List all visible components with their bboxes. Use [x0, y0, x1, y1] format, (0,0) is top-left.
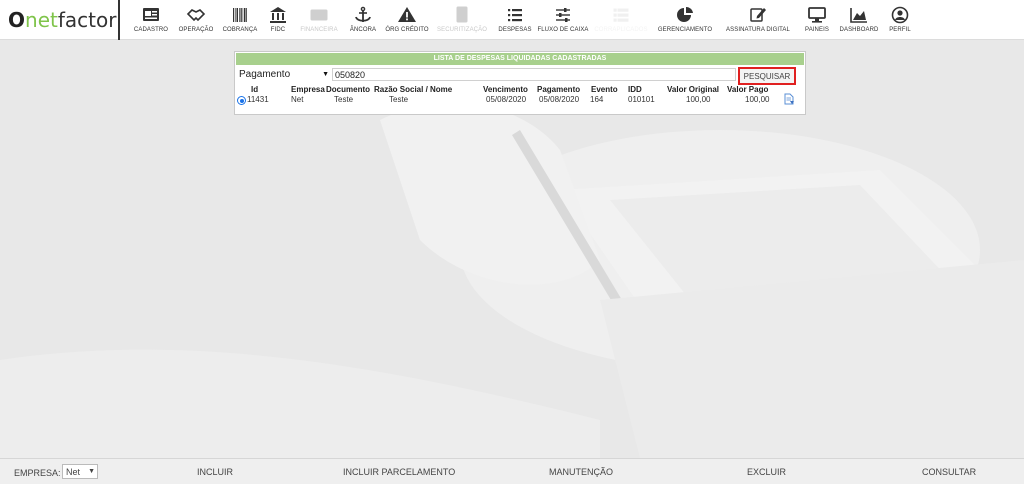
nav-label: DASHBOARD: [839, 26, 879, 33]
money-icon: [310, 9, 328, 20]
handshake-icon: [186, 8, 206, 21]
col-pagamento[interactable]: Pagamento: [537, 85, 580, 94]
document-icon: [456, 6, 468, 22]
nav-label: CORRAPLICADOS: [594, 26, 648, 33]
col-idd[interactable]: IDD: [628, 85, 642, 94]
nav-label: OPERAÇÃO: [178, 26, 214, 33]
cell-empresa: Net: [291, 95, 304, 104]
filter-field-value: Pagamento: [239, 69, 291, 80]
filter-field-select[interactable]: Pagamento ▼: [237, 68, 331, 81]
cell-documento: Teste: [334, 95, 354, 104]
incluir-parcelamento-button[interactable]: INCLUIR PARCELAMENTO: [343, 467, 455, 477]
col-valor-original[interactable]: Valor Original: [667, 85, 719, 94]
sliders-icon: [556, 7, 570, 22]
logo-o: O: [8, 7, 26, 32]
nav-perfil[interactable]: PERFIL: [884, 0, 916, 40]
despesas-liquidadas-panel: LISTA DE DESPESAS LIQUIDADAS CADASTRADAS…: [234, 51, 806, 115]
list-icon: [613, 8, 629, 22]
empresa-label: EMPRESA:: [14, 468, 61, 478]
cell-valor-original: 100,00: [686, 95, 711, 104]
nav-label: FIDC: [270, 26, 286, 33]
nav-label: PAINEIS: [805, 26, 829, 33]
nav-operacao[interactable]: OPERAÇÃO: [174, 0, 218, 40]
cell-vencimento: 05/08/2020: [486, 95, 527, 104]
bank-icon: [270, 6, 286, 23]
edit-icon: [750, 7, 766, 22]
consultar-button[interactable]: CONSULTAR: [922, 467, 976, 477]
nav-label: ÂNCORA: [349, 26, 377, 33]
netfactor-logo[interactable]: O net factor: [0, 0, 120, 40]
user-icon: [891, 6, 909, 23]
nav-ancora[interactable]: ÂNCORA: [344, 0, 382, 40]
cell-evento: 164: [590, 95, 604, 104]
top-nav-bar: O net factor CADASTRO OPERAÇÃO COBRANÇA …: [0, 0, 1024, 40]
col-empresa[interactable]: Empresa: [291, 85, 325, 94]
col-documento[interactable]: Documento: [326, 85, 370, 94]
area-chart-icon: [850, 7, 867, 23]
nav-fidc[interactable]: FIDC: [262, 0, 294, 40]
col-valor-pago[interactable]: Valor Pago: [727, 85, 768, 94]
chevron-down-icon: ▼: [322, 71, 329, 78]
nav-label: SECURITIZAÇÃO: [437, 26, 487, 33]
table-header: Id Empresa Documento Razão Social / Nome…: [237, 85, 803, 95]
nav-label: PERFIL: [889, 26, 911, 33]
nav-corraplicados[interactable]: CORRAPLICADOS: [588, 0, 654, 40]
logo-factor: factor: [57, 7, 117, 32]
nav-label: ÓRG CRÉDITO: [385, 26, 429, 33]
nav-label: GERENCIAMENTO: [657, 26, 713, 33]
row-select-radio[interactable]: [237, 96, 246, 105]
nav-label: FLUXO DE CAIXA: [537, 26, 589, 33]
cell-valor-pago: 100,00: [745, 95, 770, 104]
col-vencimento[interactable]: Vencimento: [483, 85, 528, 94]
nav-gerenciamento[interactable]: GERENCIAMENTO: [654, 0, 716, 40]
cell-razao-social: Teste: [389, 95, 409, 104]
document-view-icon[interactable]: [783, 93, 795, 105]
nav-securitizacao[interactable]: SECURITIZAÇÃO: [432, 0, 492, 40]
monitor-icon: [808, 6, 826, 23]
nav-label: COBRANÇA: [222, 26, 258, 33]
nav-label: ASSINATURA DIGITAL: [726, 26, 790, 33]
filter-row: Pagamento ▼ PESQUISAR: [235, 67, 805, 85]
id-card-icon: [143, 7, 159, 21]
nav-label: FINANCEIRA: [300, 26, 338, 33]
nav-org-credito[interactable]: ÓRG CRÉDITO: [382, 0, 432, 40]
manutencao-button[interactable]: MANUTENÇÃO: [549, 467, 613, 477]
nav-label: CADASTRO: [133, 26, 169, 33]
col-id[interactable]: Id: [251, 85, 258, 94]
search-input[interactable]: [332, 68, 736, 81]
nav-assinatura-digital[interactable]: ASSINATURA DIGITAL: [716, 0, 800, 40]
table-row[interactable]: 11431 Net Teste Teste 05/08/2020 05/08/2…: [237, 93, 803, 105]
logo-net: net: [25, 7, 58, 32]
nav-cobranca[interactable]: COBRANÇA: [218, 0, 262, 40]
empresa-select[interactable]: Net ▼: [62, 464, 98, 479]
nav-cadastro[interactable]: CADASTRO: [128, 0, 174, 40]
pesquisar-button[interactable]: PESQUISAR: [738, 67, 796, 85]
nav-dashboard[interactable]: DASHBOARD: [834, 0, 884, 40]
pie-chart-icon: [677, 6, 693, 22]
nav-paineis[interactable]: PAINEIS: [800, 0, 834, 40]
cell-pagamento: 05/08/2020: [539, 95, 580, 104]
nav-label: DESPESAS: [498, 26, 532, 33]
nav-fluxo-de-caixa[interactable]: FLUXO DE CAIXA: [537, 0, 589, 40]
incluir-button[interactable]: INCLUIR: [197, 467, 233, 477]
cell-idd: 010101: [628, 95, 655, 104]
anchor-icon: [355, 6, 371, 22]
list-icon: [508, 8, 522, 21]
chevron-down-icon: ▼: [88, 468, 95, 475]
despesas-table: Id Empresa Documento Razão Social / Nome…: [237, 85, 803, 105]
panel-title: LISTA DE DESPESAS LIQUIDADAS CADASTRADAS: [236, 53, 804, 65]
warning-icon: [398, 6, 416, 22]
nav-financeira[interactable]: FINANCEIRA: [294, 0, 344, 40]
col-evento[interactable]: Evento: [591, 85, 618, 94]
excluir-button[interactable]: EXCLUIR: [747, 467, 786, 477]
empresa-select-value: Net: [66, 466, 81, 477]
nav-despesas[interactable]: DESPESAS: [492, 0, 538, 40]
main-menu: CADASTRO OPERAÇÃO COBRANÇA FIDC FINANCEI…: [128, 0, 916, 40]
barcode-icon: [233, 7, 247, 22]
bottom-action-bar: EMPRESA: Net ▼ INCLUIR INCLUIR PARCELAME…: [0, 458, 1024, 484]
cell-id: 11431: [247, 95, 269, 104]
col-razao-social[interactable]: Razão Social / Nome: [374, 85, 452, 94]
